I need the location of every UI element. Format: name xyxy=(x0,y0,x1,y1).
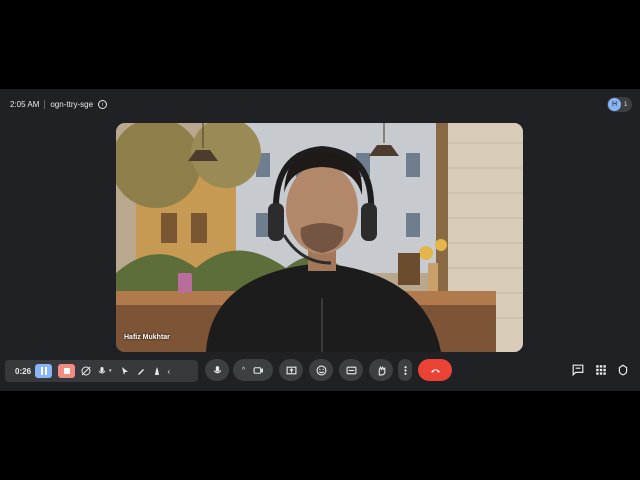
recording-timer: 0:26 xyxy=(15,366,32,376)
participant-count: 1 xyxy=(624,101,628,108)
end-call-button[interactable] xyxy=(418,359,452,381)
camera-icon xyxy=(253,366,264,374)
host-controls-icon[interactable] xyxy=(617,364,629,376)
pause-button[interactable] xyxy=(35,364,52,378)
camera-button[interactable]: ^ xyxy=(233,359,273,381)
participant-name: Hafiz Mukhtar xyxy=(124,334,170,341)
cursor-icon[interactable] xyxy=(120,366,130,376)
stop-icon xyxy=(63,368,70,374)
captions-button[interactable] xyxy=(339,359,363,381)
mic-dropdown-icon[interactable]: ▾ xyxy=(109,368,112,374)
info-icon[interactable]: i xyxy=(98,100,108,109)
chat-icon[interactable] xyxy=(572,364,584,376)
raise-hand-button[interactable] xyxy=(369,359,393,381)
emoji-icon xyxy=(316,365,326,375)
end-call-icon xyxy=(430,368,440,373)
meeting-info-bar: 2:05 AM ogn-ttry-sge i xyxy=(10,100,108,109)
activities-icon[interactable] xyxy=(595,364,607,376)
camera-off-icon[interactable] xyxy=(81,366,91,376)
participants-chip[interactable]: H 1 xyxy=(607,97,632,112)
pause-icon xyxy=(40,367,47,375)
mic-button[interactable] xyxy=(205,359,229,381)
recording-toolbar: 0:26 ▾ ‹ xyxy=(5,360,198,382)
captions-icon xyxy=(346,366,356,374)
mic-icon xyxy=(213,365,221,373)
present-icon xyxy=(286,366,296,374)
meeting-code[interactable]: ogn-ttry-sge xyxy=(50,100,93,109)
raise-hand-icon xyxy=(378,365,385,375)
video-tile[interactable] xyxy=(116,123,523,352)
stop-button[interactable] xyxy=(58,364,75,378)
divider xyxy=(44,100,46,109)
collapse-icon[interactable]: ‹ xyxy=(168,367,171,376)
more-options-button[interactable] xyxy=(398,359,412,381)
camera-feed xyxy=(116,123,523,352)
pen-icon[interactable] xyxy=(136,366,146,376)
meet-window: 2:05 AM ogn-ttry-sge i H 1 Hafiz Mukhtar… xyxy=(0,89,640,391)
present-button[interactable] xyxy=(279,359,303,381)
more-vert-icon xyxy=(403,365,407,375)
emoji-button[interactable] xyxy=(309,359,333,381)
camera-options-icon[interactable]: ^ xyxy=(242,367,245,374)
avatar: H xyxy=(608,98,621,111)
mic-icon[interactable] xyxy=(97,366,107,376)
highlighter-icon[interactable] xyxy=(152,366,162,376)
clock: 2:05 AM xyxy=(10,100,40,109)
